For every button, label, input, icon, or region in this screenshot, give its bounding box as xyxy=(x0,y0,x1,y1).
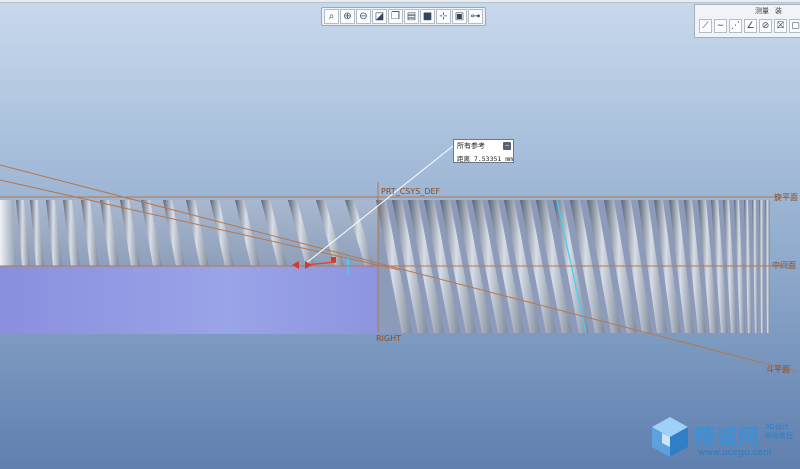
measure-callout[interactable]: 所有参考 − 距离 7.53351 mm xyxy=(453,139,514,163)
watermark-tag-2: 网络教程 xyxy=(765,432,793,440)
model-viewport[interactable] xyxy=(0,0,800,469)
display-style-icon[interactable]: ■ xyxy=(420,9,435,24)
angle-measure-icon[interactable]: ∠ xyxy=(744,19,757,33)
saved-views-icon[interactable]: ▤ xyxy=(404,9,419,24)
distance-readout: 距离 7.53351 mm xyxy=(457,153,513,163)
distance-unit: mm xyxy=(505,155,514,163)
measure-point xyxy=(331,257,336,262)
curve-icon[interactable]: ∼ xyxy=(714,19,727,33)
plane-display-icon[interactable]: ▣ xyxy=(452,9,467,24)
measure-panel: 测量 装 ⟋ ∼ ⋰ ∠ ⊘ ⛝ ▢ xyxy=(694,4,800,38)
assembly-panel-label: 装 xyxy=(775,7,782,15)
right-plane-label[interactable]: RIGHT xyxy=(376,334,401,343)
watermark-tag-1: 3D设计 xyxy=(765,423,789,431)
gear-left-cap xyxy=(0,200,14,266)
cube-logo-icon xyxy=(652,417,688,457)
bottom-plane-label[interactable]: 斗平面 xyxy=(766,364,790,375)
diameter-measure-icon[interactable]: ⊘ xyxy=(759,19,772,33)
refit-icon[interactable]: ⌕ xyxy=(324,9,339,24)
datum-display-icon[interactable]: ⊹ xyxy=(436,9,451,24)
callout-title: 所有参考 xyxy=(457,142,485,150)
watermark-url: www.ucegu.com xyxy=(698,448,772,458)
measure-tools: ⟋ ∼ ⋰ ∠ ⊘ ⛝ ▢ xyxy=(699,19,800,33)
repaint-icon[interactable]: ◪ xyxy=(372,9,387,24)
distance-measure-icon[interactable]: ⋰ xyxy=(729,19,742,33)
distance-label: 距离 xyxy=(457,155,470,163)
reference-point xyxy=(346,260,350,264)
csys-display-icon[interactable]: ⊶ xyxy=(468,9,483,24)
measure-panel-label: 测量 xyxy=(755,7,769,15)
mid-plane-label[interactable]: 中间面 xyxy=(772,260,796,271)
site-watermark: 精诚网 3D设计 网络教程 www.ucegu.com xyxy=(648,415,800,465)
area-measure-icon[interactable]: ⛝ xyxy=(774,19,787,33)
csys-label[interactable]: PRT_CSYS_DEF xyxy=(381,187,440,196)
zoom-out-icon[interactable]: ⊖ xyxy=(356,9,371,24)
watermark-tagline: 3D设计 网络教程 xyxy=(765,423,793,441)
volume-measure-icon[interactable]: ▢ xyxy=(789,19,800,33)
reorient-icon[interactable]: ❐ xyxy=(388,9,403,24)
view-toolbar: ⌕ ⊕ ⊖ ◪ ❐ ▤ ■ ⊹ ▣ ⊶ xyxy=(321,7,486,26)
top-plane-label[interactable]: 旋平面 xyxy=(774,192,798,203)
gear-lower-face[interactable] xyxy=(0,266,378,334)
zoom-in-icon[interactable]: ⊕ xyxy=(340,9,355,24)
watermark-brand: 精诚网 xyxy=(694,425,760,449)
collapse-icon[interactable]: − xyxy=(503,142,511,150)
length-measure-icon[interactable]: ⟋ xyxy=(699,19,712,33)
distance-value: 7.53351 xyxy=(473,155,502,163)
